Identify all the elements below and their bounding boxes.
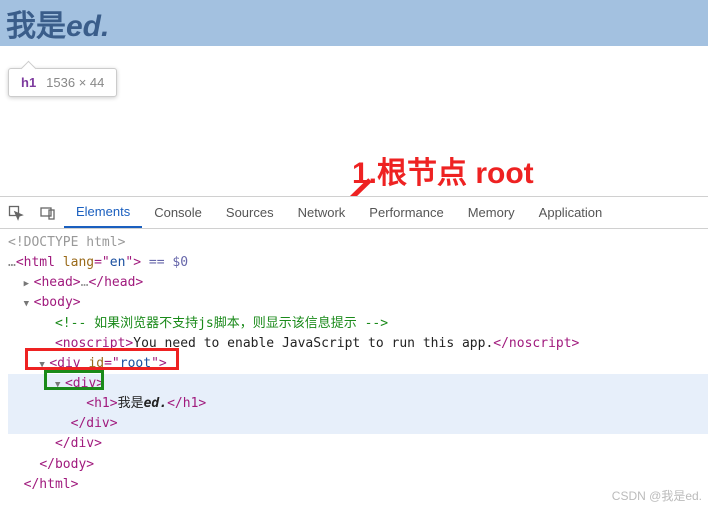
dom-div-root-close[interactable]: </div> xyxy=(8,434,708,454)
tab-application[interactable]: Application xyxy=(527,197,615,228)
dom-body-close[interactable]: </body> xyxy=(8,455,708,475)
dom-head[interactable]: <head>…</head> xyxy=(8,273,708,293)
annotation-1: 1.根节点 root xyxy=(352,148,534,192)
inspect-icon[interactable] xyxy=(0,205,32,221)
highlight-box-innerdiv xyxy=(44,370,104,390)
tab-console[interactable]: Console xyxy=(142,197,214,228)
tab-memory[interactable]: Memory xyxy=(456,197,527,228)
rendered-page-header: 我是ed. xyxy=(0,0,708,46)
dom-doctype[interactable]: <!DOCTYPE html> xyxy=(8,233,708,253)
device-mode-icon[interactable] xyxy=(32,205,64,221)
dom-html[interactable]: …<html lang="en"> == $0 xyxy=(8,253,708,273)
page-title: 我是ed. xyxy=(6,1,109,45)
dom-inner-div-close[interactable]: </div> xyxy=(8,414,708,434)
tab-sources[interactable]: Sources xyxy=(214,197,286,228)
tooltip-tagname: h1 xyxy=(21,75,36,90)
highlight-box-root xyxy=(25,348,179,370)
dom-html-close[interactable]: </html> xyxy=(8,475,708,495)
element-dimension-tooltip: h1 1536 × 44 xyxy=(8,68,117,97)
watermark: CSDN @我是ed. xyxy=(612,487,702,504)
tab-performance[interactable]: Performance xyxy=(357,197,455,228)
devtools-tabbar: Elements Console Sources Network Perform… xyxy=(0,197,708,229)
dom-comment[interactable]: <!-- 如果浏览器不支持js脚本，则显示该信息提示 --> xyxy=(8,314,708,334)
tooltip-dimensions: 1536 × 44 xyxy=(46,75,104,90)
dom-inner-div[interactable]: <div> xyxy=(8,374,708,394)
dom-body-open[interactable]: <body> xyxy=(8,293,708,313)
dom-h1[interactable]: <h1>我是ed.</h1> xyxy=(8,394,708,414)
tab-elements[interactable]: Elements xyxy=(64,197,142,228)
tab-network[interactable]: Network xyxy=(286,197,358,228)
